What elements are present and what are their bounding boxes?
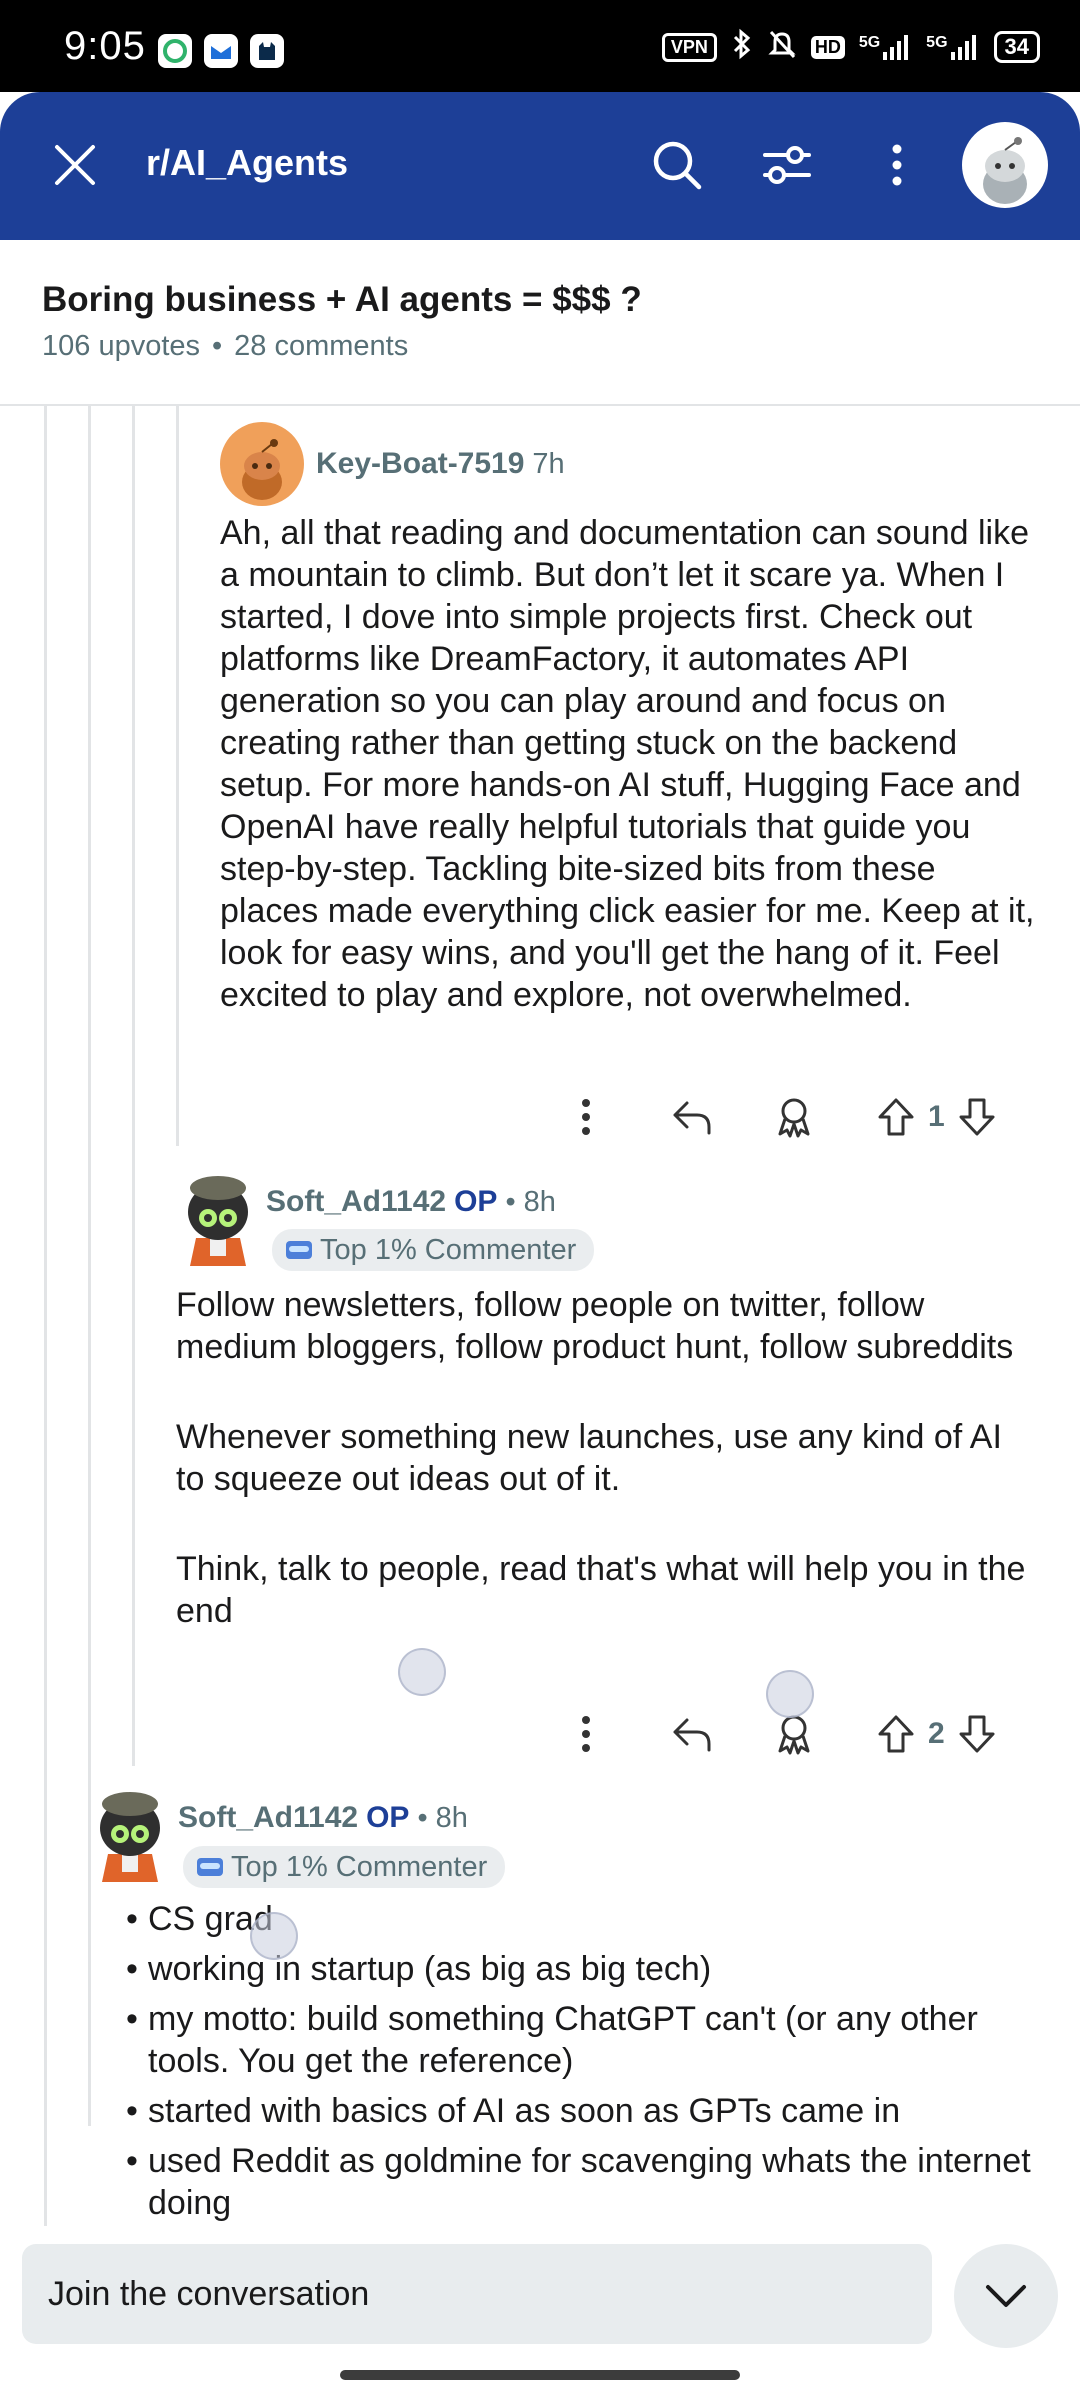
comment-composer-bar (0, 2226, 1080, 2400)
comment-author[interactable]: Soft_Ad1142 (178, 1801, 358, 1835)
meta-separator: • (212, 330, 223, 362)
reply-button[interactable] (662, 1704, 722, 1764)
award-icon (778, 1715, 810, 1755)
subreddit-title[interactable]: r/AI_Agents (146, 142, 348, 184)
user-flair: Top 1% Commenter (272, 1229, 595, 1271)
touch-indicator (250, 1912, 298, 1960)
battery-indicator: 34 (993, 31, 1040, 63)
comment-time: • 8h (417, 1801, 468, 1834)
avatar[interactable] (88, 1782, 172, 1882)
commenter-badge-icon (197, 1858, 223, 1876)
status-bar: 9:05 VPN HD 5G 5G 34 (0, 0, 1080, 92)
signal-1-icon: 5G (859, 34, 912, 60)
cat-notification-icon (250, 34, 284, 68)
app-header: r/AI_Agents (0, 92, 1080, 240)
list-item: my motto: build something ChatGPT can't … (126, 1998, 1046, 2082)
thread-line[interactable] (176, 406, 179, 1146)
comment-count: 28 comments (234, 330, 409, 362)
comment-body: Follow newsletters, follow people on twi… (176, 1284, 1036, 1632)
user-avatar-button[interactable] (962, 122, 1048, 208)
bluetooth-icon (731, 28, 753, 66)
chevron-down-icon (986, 2285, 1026, 2307)
vpn-indicator: VPN (661, 32, 717, 62)
more-button[interactable] (556, 1704, 616, 1764)
robot-avatar-icon (188, 1176, 248, 1266)
collapse-button[interactable] (954, 2244, 1058, 2348)
upvote-button[interactable] (866, 1704, 926, 1764)
upvote-count: 106 upvotes (42, 330, 201, 362)
close-icon (55, 145, 95, 185)
status-indicators: VPN HD 5G 5G 34 (661, 28, 1040, 66)
award-button[interactable] (764, 1087, 824, 1147)
app-notification-icon (158, 34, 192, 68)
touch-indicator (398, 1648, 446, 1696)
hd-indicator: HD (810, 35, 845, 59)
status-time: 9:05 (64, 24, 146, 68)
more-button[interactable] (556, 1087, 616, 1147)
post-meta: 106 upvotes • 28 comments (42, 330, 408, 363)
comment-score: 1 (928, 1100, 945, 1133)
more-vertical-icon (582, 1716, 590, 1752)
avatar[interactable] (176, 1166, 260, 1266)
downvote-arrow-icon (959, 1715, 995, 1753)
op-badge: OP (454, 1185, 498, 1218)
upvote-button[interactable] (866, 1087, 926, 1147)
robot-avatar-icon (100, 1792, 160, 1882)
comment-author[interactable]: Key-Boat-7519 (316, 447, 524, 481)
flair-label: Top 1% Commenter (231, 1850, 488, 1883)
mute-bell-icon (767, 28, 797, 66)
user-flair: Top 1% Commenter (183, 1846, 506, 1888)
upvote-arrow-icon (878, 1715, 914, 1753)
comment-time: 7h (532, 447, 565, 480)
list-item: used Reddit as goldmine for scavenging w… (126, 2140, 1046, 2224)
comment-body: Ah, all that reading and documentation c… (220, 514, 1035, 1014)
snoo-avatar-icon (242, 439, 282, 500)
status-app-icons (158, 34, 284, 68)
comment-author[interactable]: Soft_Ad1142 (266, 1185, 446, 1219)
touch-indicator (766, 1670, 814, 1718)
comment-paragraph: Whenever something new launches, use any… (176, 1418, 1002, 1498)
comment-actions: 1 (556, 1087, 1007, 1147)
filter-button[interactable] (750, 128, 824, 202)
reply-icon (673, 1718, 711, 1752)
comment-paragraph: Follow newsletters, follow people on twi… (176, 1286, 1014, 1366)
signal-2-icon: 5G (926, 34, 979, 60)
flair-label: Top 1% Commenter (320, 1233, 577, 1266)
list-item: started with basics of AI as soon as GPT… (126, 2090, 1046, 2132)
mail-notification-icon (204, 34, 238, 68)
comment-header: Key-Boat-7519 7h (220, 422, 565, 506)
filter-icon (763, 146, 811, 184)
downvote-button[interactable] (947, 1704, 1007, 1764)
close-button[interactable] (38, 128, 112, 202)
op-badge: OP (366, 1801, 410, 1834)
avatar[interactable] (220, 422, 304, 506)
comment-time: • 8h (505, 1185, 556, 1218)
reply-icon (673, 1101, 711, 1135)
more-options-button[interactable] (860, 128, 934, 202)
downvote-arrow-icon (959, 1098, 995, 1136)
reply-button[interactable] (662, 1087, 722, 1147)
comment-paragraph: Think, talk to people, read that's what … (176, 1550, 1026, 1630)
post-header[interactable]: Boring business + AI agents = $$$ ? 106 … (0, 240, 1080, 406)
commenter-badge-icon (286, 1241, 312, 1259)
home-indicator[interactable] (340, 2370, 740, 2380)
snoo-avatar-icon (983, 137, 1027, 204)
more-vertical-icon (892, 144, 902, 186)
search-icon (653, 141, 702, 190)
join-conversation-input[interactable] (22, 2244, 932, 2344)
thread-line[interactable] (132, 406, 135, 1766)
downvote-button[interactable] (947, 1087, 1007, 1147)
thread-line[interactable] (44, 406, 47, 2226)
comment-score: 2 (928, 1717, 945, 1750)
search-button[interactable] (640, 128, 714, 202)
post-title: Boring business + AI agents = $$$ ? (42, 280, 642, 319)
upvote-arrow-icon (878, 1098, 914, 1136)
more-vertical-icon (582, 1099, 590, 1135)
award-icon (778, 1098, 810, 1138)
